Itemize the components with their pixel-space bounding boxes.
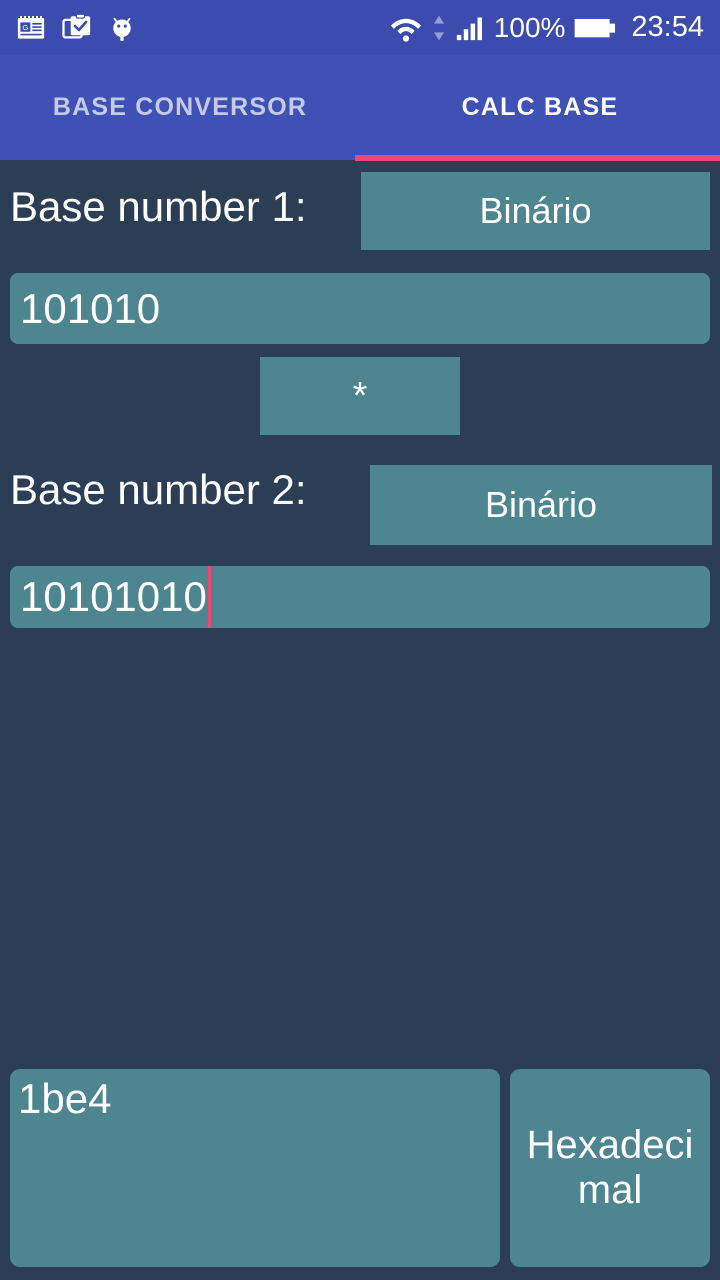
status-bar: G 100% 23:54 (0, 0, 720, 55)
result-output-value: 1be4 (18, 1075, 112, 1122)
result-base-spinner[interactable]: Hexadecimal (510, 1069, 710, 1267)
battery-full-icon (574, 13, 618, 43)
base-number-1-spinner-value: Binário (479, 190, 592, 231)
tab-calc-base[interactable]: CALC BASE (360, 55, 720, 160)
base-number-2-spinner[interactable]: Binário (370, 465, 712, 545)
calc-base-panel: Base number 1: Binário 101010 * Base num… (0, 161, 720, 1280)
result-output-field[interactable]: 1be4 (10, 1069, 500, 1267)
status-bar-left-icons: G (16, 13, 136, 43)
operator-label: * (352, 375, 368, 417)
battery-percent-label: 100% (493, 11, 566, 43)
base-number-2-spinner-value: Binário (484, 484, 598, 525)
base-number-1-label: Base number 1: (10, 183, 307, 230)
text-caret (207, 566, 211, 628)
phone-screen: G 100% 23:54 BASE CONVERSOR CALC BASE Ba… (0, 0, 720, 1280)
operator-button[interactable]: * (260, 357, 460, 435)
tab-base-conversor-label: BASE CONVERSOR (52, 93, 308, 121)
base-number-1-input[interactable]: 101010 (10, 273, 710, 344)
news-icon: G (16, 13, 46, 43)
wifi-icon (389, 13, 423, 43)
status-bar-right-icons: 100% 23:54 (389, 13, 704, 43)
base-number-1-spinner[interactable]: Binário (361, 172, 710, 250)
android-usb-debug-icon (108, 13, 136, 43)
clipboard-check-icon (62, 13, 92, 43)
base-number-2-label: Base number 2: (10, 466, 307, 513)
tab-base-conversor[interactable]: BASE CONVERSOR (0, 55, 360, 160)
base-number-2-input[interactable]: 10101010 (10, 566, 710, 628)
base-number-2-input-value: 10101010 (20, 573, 207, 620)
base-number-1-input-value: 101010 (20, 284, 161, 332)
tab-bar: BASE CONVERSOR CALC BASE (0, 55, 720, 160)
tab-calc-base-label: CALC BASE (461, 93, 619, 121)
cellular-signal-icon (455, 13, 485, 43)
status-bar-clock: 23:54 (631, 11, 704, 43)
data-transfer-arrows-icon (432, 13, 446, 43)
result-base-spinner-value: Hexadecimal (526, 1123, 694, 1212)
svg-text:G: G (22, 22, 28, 31)
